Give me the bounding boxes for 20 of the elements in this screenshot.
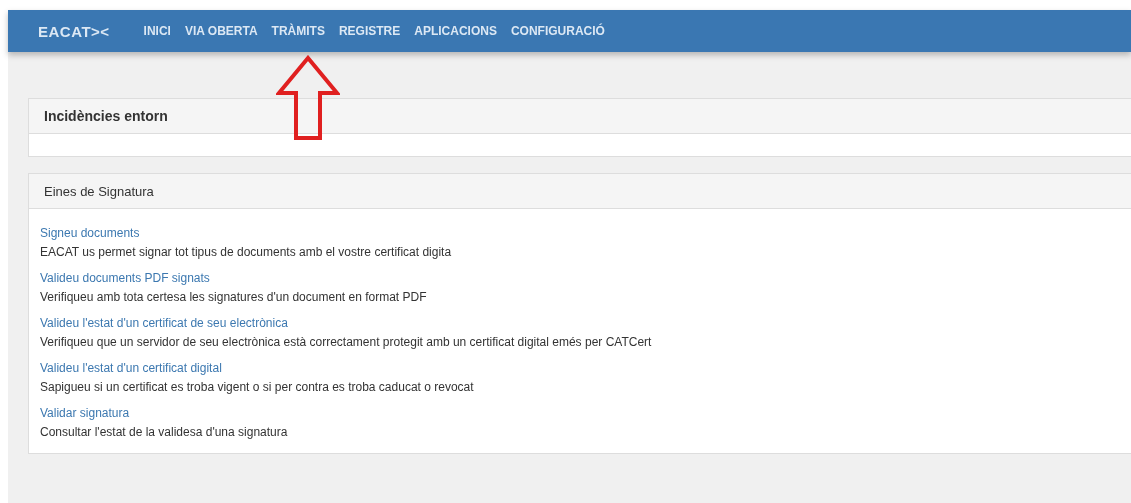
tool-description: Verifiqueu amb tota certesa les signatures d'un document en format PDF [40, 290, 428, 304]
nav-link[interactable]: REGISTRE [338, 24, 401, 38]
nav-link[interactable]: APLICACIONS [414, 24, 497, 38]
tool-link[interactable]: Signeu documents [40, 226, 1120, 240]
nav-link[interactable]: TRÀMITS [271, 24, 325, 38]
logo[interactable]: EACAT>< [38, 22, 110, 40]
tool-link[interactable]: Valideu l'estat d'un certificat digital [40, 361, 1120, 375]
tool-link[interactable]: Valideu documents PDF signats [40, 271, 1120, 285]
panel-title: Eines de Signatura [44, 183, 154, 199]
tool-description: EACAT us permet signar tot tipus de documents amb el vostre certificat digita [40, 245, 453, 259]
nav-link[interactable]: INICI [143, 24, 171, 38]
panel-title: Incidències entorn [44, 108, 168, 124]
tool-description: Consultar l'estat de la validesa d'una signatura [40, 425, 289, 439]
nav-link[interactable]: CONFIGURACIÓ [510, 24, 605, 38]
tool-link[interactable]: Validar signatura [40, 406, 1120, 420]
nav-link[interactable]: VIA OBERTA [184, 24, 258, 38]
tool-description: Verifiqueu que un servidor de seu electrònica està correctament protegit amb un certificat digital emés per CATCert [40, 335, 653, 349]
tool-link[interactable]: Valideu l'estat d'un certificat de seu electrònica [40, 316, 1120, 330]
up-arrow-icon [276, 55, 340, 141]
tool-description: Sapigueu si un certificat es troba vigent o si per contra es troba caducat o revocat [40, 380, 475, 394]
